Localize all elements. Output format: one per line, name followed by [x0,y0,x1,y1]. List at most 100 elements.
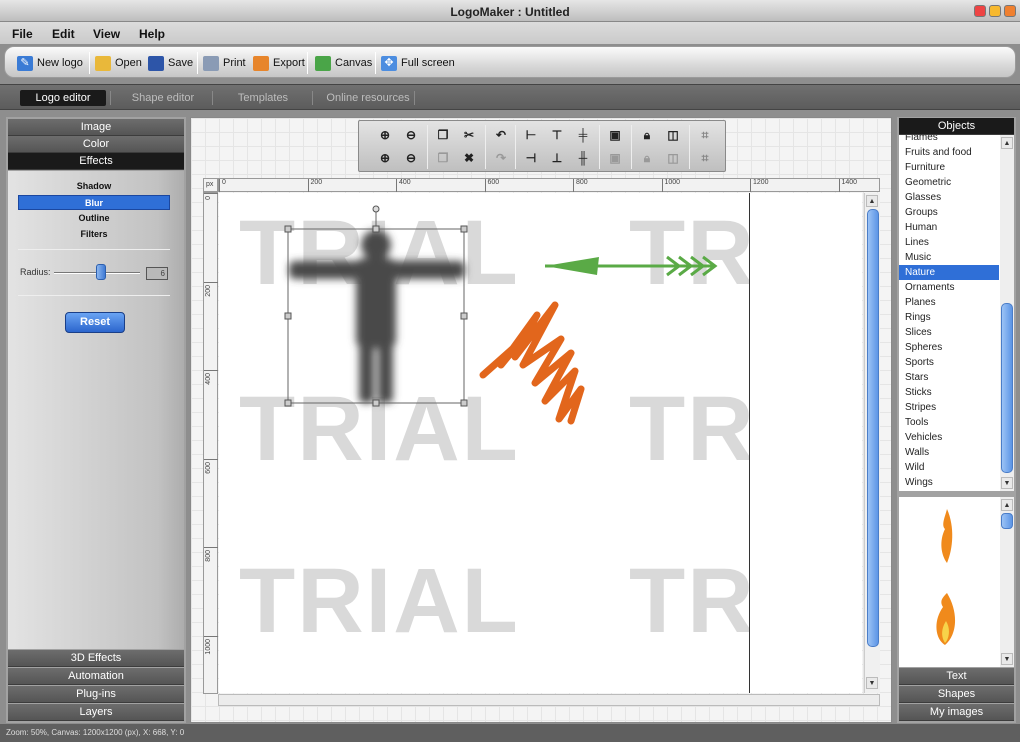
objects-list-item[interactable]: Lines [899,235,999,250]
paste-icon[interactable]: ❐ [433,149,453,167]
3d-effects-section-header[interactable]: 3D Effects [8,650,184,667]
maximize-icon[interactable] [989,5,1001,17]
objects-scroll-up-icon[interactable]: ▲ [1001,137,1013,149]
logo-canvas[interactable]: TRIAL TR TRIAL TR TRIAL TR [219,193,754,693]
copy-icon[interactable]: ❐ [433,126,453,144]
shapes-section-header[interactable]: Shapes [899,686,1014,703]
automation-section-header[interactable]: Automation [8,668,184,685]
print-button[interactable]: Print [203,54,246,72]
flame-icon[interactable] [941,509,953,563]
canvas-vertical-scrollbar[interactable]: ▲ ▼ [864,193,880,693]
preview-scroll-up-icon[interactable]: ▲ [1001,499,1013,511]
align-center-icon[interactable]: ╪ [573,126,593,144]
align-right-icon[interactable]: ⊣ [521,149,541,167]
effect-filters[interactable]: Filters [18,227,170,242]
objects-list-item[interactable]: Human [899,220,999,235]
minimize-icon[interactable] [974,5,986,17]
resize-icon[interactable]: ⌗ [695,149,715,167]
effect-outline[interactable]: Outline [18,211,170,226]
redo-icon[interactable]: ↷ [491,149,511,167]
objects-list-item[interactable]: Planes [899,295,999,310]
send-back-icon[interactable]: ▣ [605,149,625,167]
zoom-in-icon[interactable]: ⊕ [375,126,395,144]
zoom-out-icon[interactable]: ⊖ [401,126,421,144]
tab-online-resources[interactable]: Online resources [318,90,418,106]
objects-list-item[interactable]: Ornaments [899,280,999,295]
delete-icon[interactable]: ✖ [459,149,479,167]
objects-list-item[interactable]: Music [899,250,999,265]
scroll-down-icon[interactable]: ▼ [866,677,878,689]
fullscreen-button[interactable]: ✥ Full screen [381,54,455,72]
layers-section-header[interactable]: Layers [8,704,184,721]
human-figure-shape[interactable] [289,230,465,403]
objects-list-item[interactable]: Spheres [899,340,999,355]
tab-shape-editor[interactable]: Shape editor [118,90,208,106]
objects-header[interactable]: Objects [899,118,1014,135]
align-middle-icon[interactable]: ╫ [573,149,593,167]
menu-file[interactable]: File [12,27,33,41]
effect-blur[interactable]: Blur [18,195,170,210]
effect-shadow[interactable]: Shadow [18,179,170,194]
objects-list-item[interactable]: Stars [899,370,999,385]
objects-list-item[interactable]: Flames [899,135,999,145]
export-button[interactable]: Export [253,54,305,72]
open-button[interactable]: Open [95,54,142,72]
crop-icon[interactable]: ⌗ [695,126,715,144]
close-icon[interactable] [1004,5,1016,17]
ungroup-icon[interactable]: ◫ [663,149,683,167]
canvas-button[interactable]: Canvas [315,54,372,72]
image-section-header[interactable]: Image [8,119,184,136]
preview-scroll-thumb[interactable] [1001,513,1013,529]
align-bottom-icon[interactable]: ⊥ [547,149,567,167]
objects-scroll-down-icon[interactable]: ▼ [1001,477,1013,489]
objects-list-item[interactable]: Walls [899,445,999,460]
objects-list-item[interactable]: Rings [899,310,999,325]
objects-list-item[interactable]: Tools [899,415,999,430]
zoom-fit-icon[interactable]: ⊕ [375,149,395,167]
radius-slider-thumb[interactable] [96,264,107,280]
tab-logo-editor[interactable]: Logo editor [20,90,106,106]
zoom-actual-icon[interactable]: ⊖ [401,149,421,167]
orange-scribble-shape[interactable] [479,301,585,425]
radius-value-field[interactable]: 6 [146,267,168,280]
cut-icon[interactable]: ✂ [459,126,479,144]
effects-section-header[interactable]: Effects [8,153,184,170]
preview-scrollbar[interactable]: ▲ ▼ [1000,497,1014,667]
my-images-section-header[interactable]: My images [899,704,1014,721]
plugins-section-header[interactable]: Plug-ins [8,686,184,703]
objects-list-item[interactable]: Sticks [899,385,999,400]
objects-list[interactable]: Flames Fruits and food Furniture Geometric G… [899,135,1014,491]
objects-list-item[interactable]: Fruits and food [899,145,999,160]
align-top-icon[interactable]: ⊤ [547,126,567,144]
objects-list-item[interactable]: Groups [899,205,999,220]
unlock-icon[interactable]: 🔒︎ [637,149,657,167]
objects-list-item[interactable]: Sports [899,355,999,370]
green-arrow-shape[interactable] [545,255,718,277]
menu-help[interactable]: Help [139,27,165,41]
objects-list-item[interactable]: Slices [899,325,999,340]
save-button[interactable]: Save [148,54,193,72]
bring-front-icon[interactable]: ▣ [605,126,625,144]
objects-scrollbar[interactable]: ▲ ▼ [1000,135,1014,491]
objects-list-item[interactable]: Wild [899,460,999,475]
objects-list-item[interactable]: Stripes [899,400,999,415]
objects-list-item[interactable]: Glasses [899,190,999,205]
color-section-header[interactable]: Color [8,136,184,153]
objects-scroll-thumb[interactable] [1001,303,1013,473]
align-left-icon[interactable]: ⊢ [521,126,541,144]
objects-list-item[interactable]: Furniture [899,160,999,175]
objects-list-item[interactable]: Vehicles [899,430,999,445]
canvas-scroll-thumb[interactable] [867,209,879,647]
text-section-header[interactable]: Text [899,668,1014,685]
undo-icon[interactable]: ↶ [491,126,511,144]
preview-scroll-down-icon[interactable]: ▼ [1001,653,1013,665]
objects-list-item[interactable]: Wings [899,475,999,490]
new-logo-button[interactable]: ✎ New logo [17,54,83,72]
objects-list-item[interactable]: Geometric [899,175,999,190]
objects-list-item[interactable]: Nature [899,265,999,280]
canvas-horizontal-scrollbar[interactable] [218,694,880,706]
menu-edit[interactable]: Edit [52,27,75,41]
menu-view[interactable]: View [93,27,120,41]
group-icon[interactable]: ◫ [663,126,683,144]
reset-button[interactable]: Reset [65,312,125,333]
